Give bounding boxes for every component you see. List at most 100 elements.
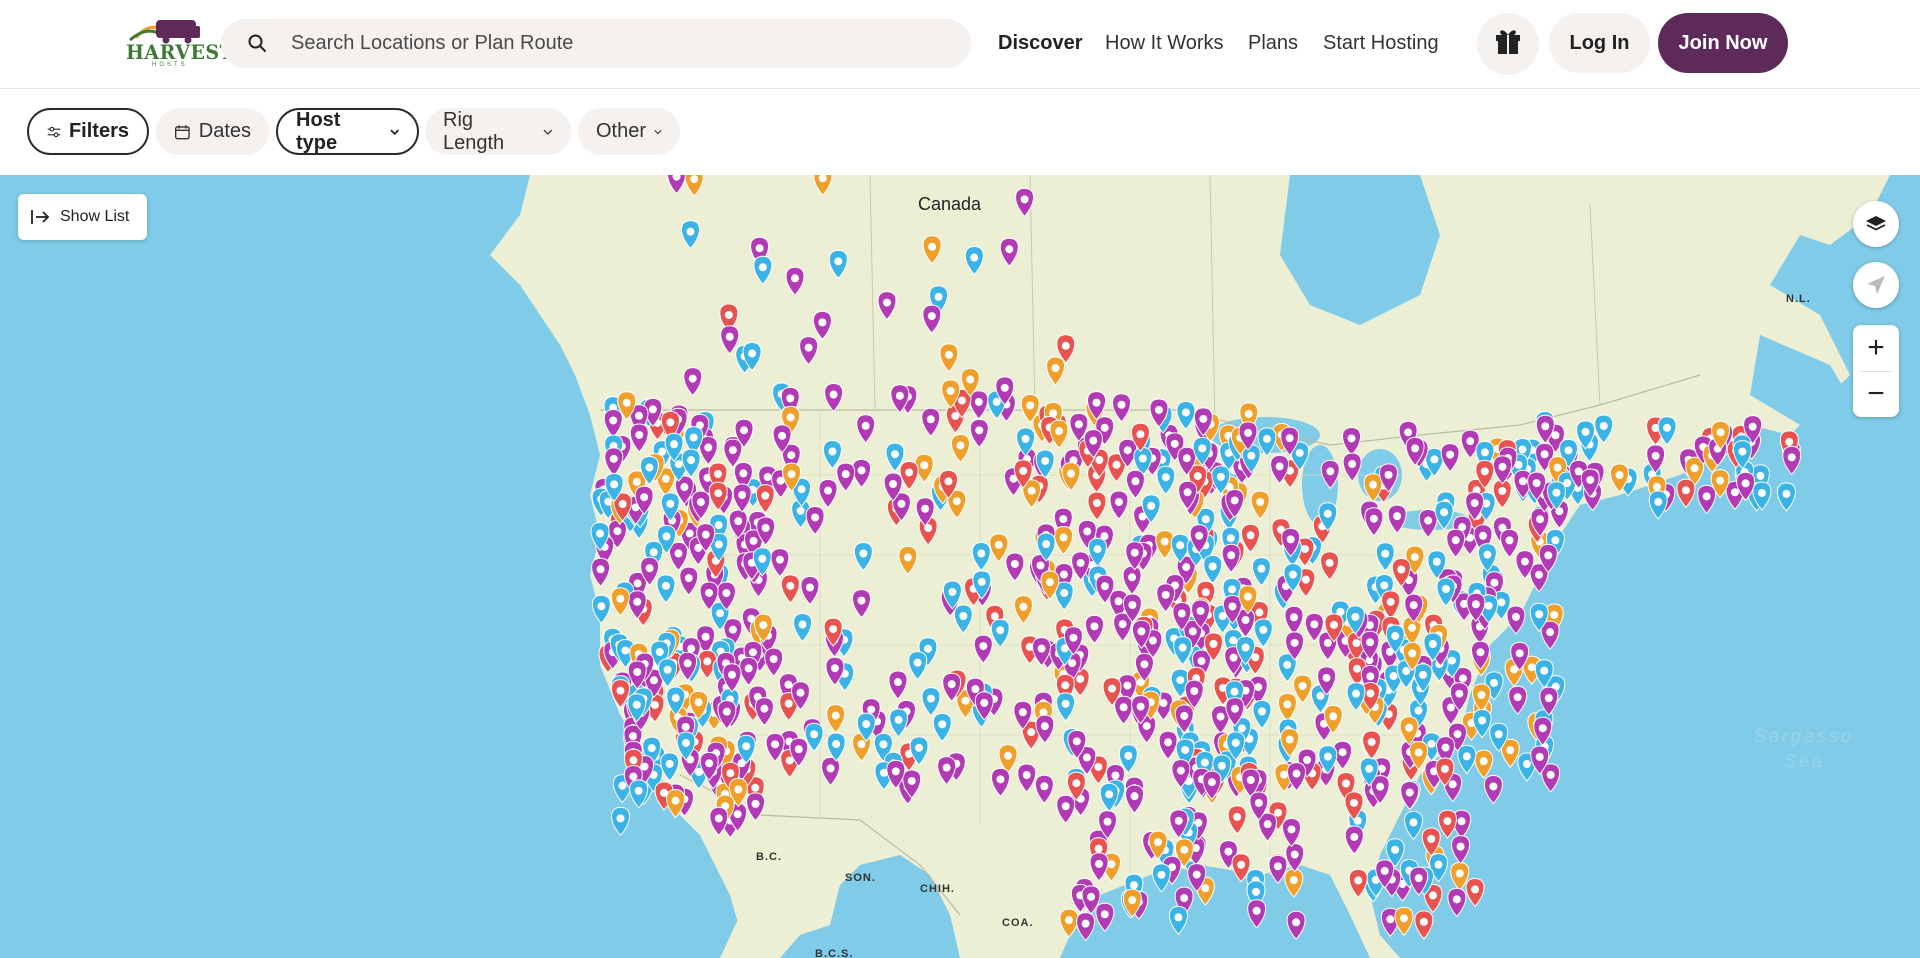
host-location-pin[interactable] xyxy=(1084,614,1104,645)
host-location-pin[interactable] xyxy=(939,343,959,373)
host-location-pin[interactable] xyxy=(921,407,941,438)
host-location-pin[interactable] xyxy=(1056,692,1076,722)
host-location-pin[interactable] xyxy=(969,418,989,449)
host-location-pin[interactable] xyxy=(1268,854,1288,885)
host-location-pin[interactable] xyxy=(1776,482,1796,512)
host-location-pin[interactable] xyxy=(1400,780,1420,811)
host-location-pin[interactable] xyxy=(1227,805,1247,835)
host-location-pin[interactable] xyxy=(1342,452,1362,482)
host-location-pin[interactable] xyxy=(1015,187,1035,218)
host-location-pin[interactable] xyxy=(591,594,611,624)
search-bar[interactable] xyxy=(221,19,971,68)
host-location-pin[interactable] xyxy=(739,656,759,687)
host-location-pin[interactable] xyxy=(680,220,700,250)
host-location-pin[interactable] xyxy=(1203,554,1223,585)
host-location-pin[interactable] xyxy=(922,304,942,334)
map-canvas[interactable]: Canada N.L. B.C. SON. CHIH. COA. B.C.S. … xyxy=(0,175,1920,958)
host-location-pin[interactable] xyxy=(964,246,984,276)
host-location-pin[interactable] xyxy=(950,433,970,464)
host-location-pin[interactable] xyxy=(1122,565,1142,596)
host-location-pin[interactable] xyxy=(732,483,752,513)
host-location-pin[interactable] xyxy=(1054,526,1074,556)
host-location-pin[interactable] xyxy=(1320,459,1340,490)
host-location-pin[interactable] xyxy=(1089,852,1109,882)
host-location-pin[interactable] xyxy=(953,604,973,634)
host-location-pin[interactable] xyxy=(826,732,846,762)
join-now-button[interactable]: Join Now xyxy=(1658,13,1788,73)
host-location-pin[interactable] xyxy=(629,423,649,453)
host-location-pin[interactable] xyxy=(1176,400,1196,431)
host-location-pin[interactable] xyxy=(1151,863,1171,893)
host-location-pin[interactable] xyxy=(1676,478,1696,509)
host-location-pin[interactable] xyxy=(1046,356,1066,386)
rig-length-dropdown[interactable]: Rig Length xyxy=(425,108,571,155)
host-location-pin[interactable] xyxy=(1095,902,1115,933)
host-location-pin[interactable] xyxy=(1049,419,1069,449)
host-location-pin[interactable] xyxy=(1156,465,1176,495)
host-location-pin[interactable] xyxy=(1109,490,1129,520)
host-location-pin[interactable] xyxy=(1437,809,1457,839)
host-location-pin[interactable] xyxy=(989,533,1009,563)
host-location-pin[interactable] xyxy=(1404,810,1424,841)
host-location-pin[interactable] xyxy=(1446,528,1466,558)
host-location-pin[interactable] xyxy=(1474,749,1494,779)
host-location-pin[interactable] xyxy=(1056,794,1076,824)
host-location-pin[interactable] xyxy=(813,175,833,196)
host-location-pin[interactable] xyxy=(1697,484,1717,515)
host-location-pin[interactable] xyxy=(1035,714,1055,744)
host-location-pin[interactable] xyxy=(990,767,1010,798)
host-location-pin[interactable] xyxy=(1348,868,1368,899)
host-location-pin[interactable] xyxy=(824,383,844,413)
host-location-pin[interactable] xyxy=(1364,507,1384,537)
host-location-pin[interactable] xyxy=(1253,618,1273,648)
host-location-pin[interactable] xyxy=(1782,445,1802,476)
map-pins-layer[interactable] xyxy=(0,175,1920,958)
host-location-pin[interactable] xyxy=(604,447,624,477)
host-location-pin[interactable] xyxy=(852,458,872,489)
host-location-pin[interactable] xyxy=(877,291,897,321)
gift-button[interactable] xyxy=(1477,13,1539,75)
host-location-pin[interactable] xyxy=(679,566,699,596)
host-location-pin[interactable] xyxy=(1059,908,1079,938)
host-location-pin[interactable] xyxy=(1286,910,1306,941)
host-location-pin[interactable] xyxy=(1087,491,1107,521)
host-location-pin[interactable] xyxy=(1221,543,1241,574)
host-location-pin[interactable] xyxy=(1506,605,1526,635)
host-location-pin[interactable] xyxy=(793,613,813,643)
host-location-pin[interactable] xyxy=(1277,692,1297,723)
host-location-pin[interactable] xyxy=(856,414,876,444)
host-location-pin[interactable] xyxy=(822,440,842,470)
host-location-pin[interactable] xyxy=(746,792,766,822)
host-location-pin[interactable] xyxy=(1282,817,1302,848)
host-location-pin[interactable] xyxy=(1362,730,1382,760)
host-location-pin[interactable] xyxy=(1284,605,1304,636)
host-location-pin[interactable] xyxy=(1375,542,1395,572)
host-location-pin[interactable] xyxy=(591,557,611,588)
host-location-pin[interactable] xyxy=(1320,551,1340,581)
host-location-pin[interactable] xyxy=(611,806,631,837)
nav-plans[interactable]: Plans xyxy=(1248,32,1298,55)
host-location-pin[interactable] xyxy=(785,266,805,297)
show-list-button[interactable]: Show List xyxy=(18,194,147,240)
host-location-pin[interactable] xyxy=(969,390,989,420)
host-location-pin[interactable] xyxy=(1648,490,1668,520)
nav-start-hosting[interactable]: Start Hosting xyxy=(1323,32,1439,55)
host-location-pin[interactable] xyxy=(770,548,790,578)
host-location-pin[interactable] xyxy=(1414,910,1434,940)
host-location-pin[interactable] xyxy=(1251,557,1271,587)
host-location-pin[interactable] xyxy=(780,574,800,604)
host-location-pin[interactable] xyxy=(921,687,941,717)
host-location-pin[interactable] xyxy=(753,255,773,286)
host-location-pin[interactable] xyxy=(603,408,623,439)
host-location-pin[interactable] xyxy=(660,752,680,782)
host-type-dropdown[interactable]: Host type xyxy=(276,108,419,155)
host-location-pin[interactable] xyxy=(1114,695,1134,726)
host-location-pin[interactable] xyxy=(805,505,825,536)
host-location-pin[interactable] xyxy=(1434,500,1454,531)
host-location-pin[interactable] xyxy=(1252,699,1272,730)
host-location-pin[interactable] xyxy=(1168,905,1188,936)
host-location-pin[interactable] xyxy=(656,574,676,604)
host-location-pin[interactable] xyxy=(1440,443,1460,473)
host-location-pin[interactable] xyxy=(1418,509,1438,539)
zoom-in-button[interactable]: + xyxy=(1853,325,1899,371)
